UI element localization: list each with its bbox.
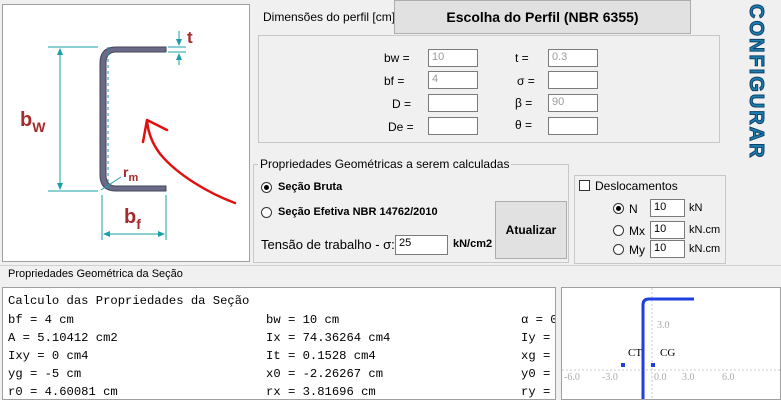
tensao-unit: kN/cm2: [453, 238, 493, 250]
My-radio[interactable]: [613, 244, 624, 255]
De-input[interactable]: [428, 117, 478, 135]
x-tick-label: 0.0: [654, 372, 667, 383]
N-unit: kN: [689, 202, 703, 214]
My-unit: kN.cm: [689, 243, 721, 255]
configurar-button[interactable]: CONFIGURAR: [741, 4, 771, 161]
Mx-unit: kN.cm: [689, 224, 721, 236]
N-input[interactable]: 10: [650, 199, 685, 217]
secao-bruta-radio[interactable]: [261, 182, 272, 193]
x-tick-label: -6.0: [564, 372, 580, 383]
profile-choice-button[interactable]: Escolha do Perfil (NBR 6355): [394, 0, 691, 34]
section-props-group-label: Propriedades Geométrica da Seção: [8, 268, 183, 280]
cg-marker: [651, 363, 655, 367]
theta-field-label: θ =: [515, 118, 533, 132]
theta-input[interactable]: [548, 117, 598, 135]
t-field-label: t =: [515, 51, 529, 65]
ct-label: CT: [628, 347, 642, 359]
sigma-input[interactable]: [548, 71, 598, 89]
section-plot-panel: 3.0 -6.0 -3.0 0.0 3.0 6.0 CT CG: [561, 287, 781, 400]
c-profile-diagram: t bW bf rm: [20, 28, 237, 240]
props-cell: bw = 10 cm: [266, 313, 340, 327]
bf-field-label: bf =: [384, 74, 405, 88]
plot-grid: [562, 288, 780, 399]
beta-input[interactable]: 90: [548, 94, 598, 112]
D-field-label: D =: [392, 97, 412, 111]
props-cell: y0 =: [521, 367, 556, 381]
ct-marker: [621, 363, 625, 367]
props-cell: Iy =: [521, 331, 556, 345]
bf-input[interactable]: 4: [428, 71, 478, 89]
D-input[interactable]: [428, 94, 478, 112]
Mx-label: Mx: [629, 224, 645, 238]
tensao-input[interactable]: 25: [395, 235, 448, 255]
x-tick-label: 3.0: [682, 372, 695, 383]
geom-props-group-label: Propriedades Geométricas a serem calcula…: [258, 157, 512, 171]
section-plot: 3.0 -6.0 -3.0 0.0 3.0 6.0 CT CG: [562, 288, 780, 399]
sigma-field-label: σ =: [517, 74, 535, 88]
cg-label: CG: [660, 347, 675, 359]
props-cell: bf = 4 cm: [8, 313, 74, 327]
x-tick-label: -3.0: [602, 372, 618, 383]
dimension-lines: [48, 31, 186, 240]
secao-efetiva-radio[interactable]: [261, 207, 272, 218]
bf-label: bf: [124, 206, 141, 232]
secao-bruta-label: Seção Bruta: [278, 181, 343, 193]
De-field-label: De =: [388, 120, 414, 134]
deslocamentos-checkbox[interactable]: [579, 180, 590, 191]
dimension-arrowheads: [57, 39, 182, 237]
bw-label: bW: [20, 109, 46, 135]
y-tick-label: 3.0: [657, 320, 670, 331]
beta-field-label: β =: [515, 96, 533, 110]
bw-input[interactable]: 10: [428, 49, 478, 67]
props-cell: Ixy = 0 cm4: [8, 349, 89, 363]
props-cell: It = 0.1528 cm4: [266, 349, 376, 363]
My-label: My: [629, 243, 645, 257]
props-cell: A = 5.10412 cm2: [8, 331, 118, 345]
profile-diagram-panel: t bW bf rm: [2, 4, 250, 262]
N-label: N: [629, 202, 638, 216]
props-cell: x0 = -2.26267 cm: [266, 367, 384, 381]
props-cell: ry =: [521, 385, 556, 399]
props-cell: xg =: [521, 349, 556, 363]
props-cell: yg = -5 cm: [8, 367, 82, 381]
x-tick-label: 6.0: [722, 372, 735, 383]
tensao-label: Tensão de trabalho - σ:: [261, 237, 395, 252]
My-input[interactable]: 10: [650, 240, 685, 258]
props-title: Calculo das Propriedades da Seção: [8, 294, 250, 308]
bw-field-label: bw =: [384, 51, 410, 65]
Mx-input[interactable]: 10: [650, 221, 685, 239]
c-section-shape: [99, 46, 167, 192]
section-props-textbox[interactable]: Calculo das Propriedades da Seção bf = 4…: [2, 287, 556, 400]
rm-label: rm: [123, 164, 138, 184]
props-cell: α = 0: [521, 313, 556, 327]
configurar-label: CONFIGURAR: [745, 4, 768, 161]
props-cell: rx = 3.81696 cm: [266, 385, 376, 399]
secao-efetiva-label: Seção Efetiva NBR 14762/2010: [278, 206, 438, 218]
Mx-radio[interactable]: [613, 225, 624, 236]
dimensions-group-label: Dimensões do perfil [cm]: [263, 10, 396, 24]
props-cell: Ix = 74.36264 cm4: [266, 331, 391, 345]
t-label: t: [187, 28, 193, 47]
atualizar-button[interactable]: Atualizar: [495, 201, 567, 259]
props-cell: r0 = 4.60081 cm: [8, 385, 118, 399]
deslocamentos-label: Deslocamentos: [595, 179, 678, 193]
N-radio[interactable]: [613, 203, 624, 214]
dimensions-box: [258, 35, 720, 143]
t-input[interactable]: 0.3: [548, 49, 598, 67]
divider: [0, 265, 781, 266]
